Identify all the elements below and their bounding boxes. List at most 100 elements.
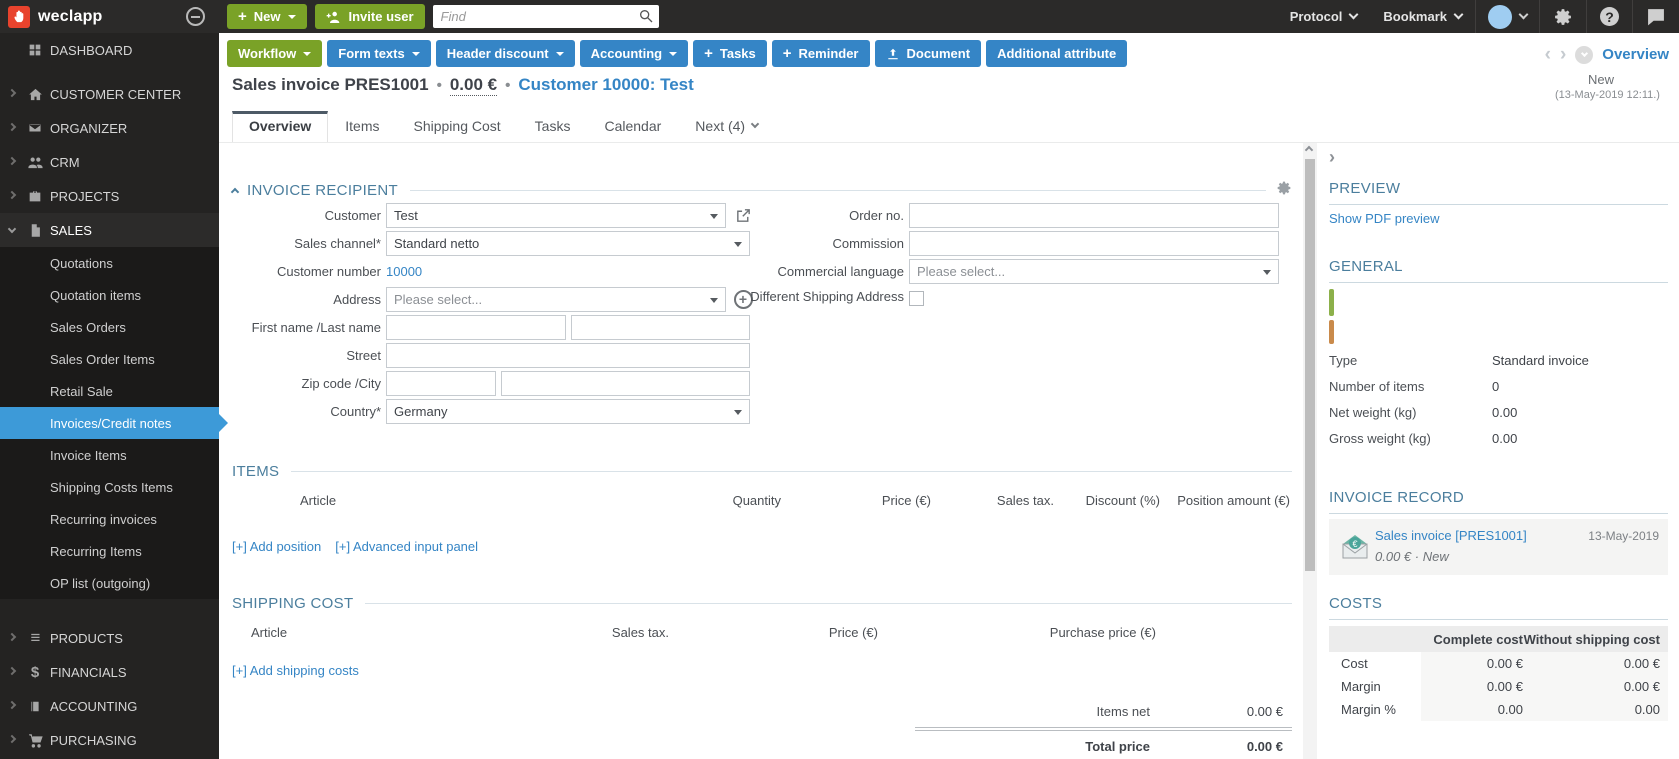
chevron-right-icon: [8, 735, 16, 743]
avatar: [1488, 5, 1512, 29]
chevron-down-icon: [556, 52, 564, 56]
address-label: Address: [232, 287, 381, 313]
sidebar-item-quotation-items[interactable]: Quotation items: [0, 279, 219, 311]
prev-record-button[interactable]: ‹: [1545, 45, 1551, 64]
tab-shipping-cost[interactable]: Shipping Cost: [397, 111, 518, 143]
overview-link[interactable]: Overview: [1602, 46, 1669, 63]
zip-code-input[interactable]: [386, 371, 496, 396]
upload-document-button[interactable]: Document: [875, 40, 982, 67]
commission-input[interactable]: [909, 231, 1279, 256]
invite-user-button[interactable]: Invite user: [315, 4, 425, 29]
commercial-language-select[interactable]: Please select...: [909, 259, 1279, 284]
search-input[interactable]: [433, 5, 659, 28]
sidebar-item-products[interactable]: ≡ PRODUCTS: [0, 621, 219, 655]
country-select[interactable]: Germany: [386, 399, 750, 424]
chevron-right-icon: [8, 191, 16, 199]
sidebar-item-dashboard[interactable]: DASHBOARD: [0, 33, 219, 67]
protocol-menu[interactable]: Protocol: [1277, 0, 1371, 33]
vertical-scrollbar: [1303, 143, 1317, 759]
address-select[interactable]: Please select...: [386, 287, 726, 312]
advanced-input-panel-link[interactable]: [+] Advanced input panel: [335, 539, 478, 554]
sidebar-item-recurring-invoices[interactable]: Recurring invoices: [0, 503, 219, 535]
dollar-icon: $: [26, 663, 44, 681]
sidebar-item-accounting[interactable]: ACCOUNTING: [0, 689, 219, 723]
collapse-section-icon[interactable]: [231, 187, 239, 195]
settings-button[interactable]: [1540, 0, 1586, 33]
add-task-button[interactable]: +Tasks: [693, 40, 767, 67]
sidebar-item-sales-order-items[interactable]: Sales Order Items: [0, 343, 219, 375]
tab-calendar[interactable]: Calendar: [587, 111, 678, 143]
last-name-input[interactable]: [571, 315, 750, 340]
new-button[interactable]: + New: [227, 4, 307, 29]
invoice-amount[interactable]: 0.00 €: [450, 75, 497, 96]
sidebar-item-invoice-items[interactable]: Invoice Items: [0, 439, 219, 471]
chevron-down-icon: [734, 410, 742, 415]
additional-attribute-button[interactable]: Additional attribute: [986, 40, 1127, 67]
section-settings-button[interactable]: [1276, 180, 1292, 200]
show-pdf-preview-link[interactable]: Show PDF preview: [1329, 211, 1440, 226]
user-menu[interactable]: [1476, 0, 1539, 33]
sidebar-item-customer-center[interactable]: CUSTOMER CENTER: [0, 77, 219, 111]
panel-collapse-icon[interactable]: ›: [1329, 147, 1335, 168]
total-price-value: 0.00 €: [1133, 739, 1283, 754]
record-menu-button[interactable]: [1575, 46, 1593, 64]
sidebar-item-projects[interactable]: PROJECTS: [0, 179, 219, 213]
scrollbar-thumb[interactable]: [1305, 159, 1315, 571]
order-no-label: Order no.: [749, 203, 904, 229]
sidebar-item-sales[interactable]: SALES: [0, 213, 219, 247]
first-name-input[interactable]: [386, 315, 566, 340]
search-icon[interactable]: [638, 8, 654, 29]
items-actions: [+] Add position [+] Advanced input pane…: [232, 539, 478, 554]
status-timestamp: (13-May-2019 12:11.): [1555, 89, 1679, 101]
city-input[interactable]: [501, 371, 750, 396]
invoice-record-link[interactable]: Sales invoice [PRES1001]: [1375, 528, 1527, 543]
customer-number-label: Customer number: [232, 259, 381, 285]
next-record-button[interactable]: ›: [1560, 45, 1566, 64]
plus-icon: +: [238, 9, 247, 24]
help-button[interactable]: ?: [1587, 0, 1632, 33]
chevron-down-icon: [1581, 50, 1588, 57]
sidebar-item-sales-orders[interactable]: Sales Orders: [0, 311, 219, 343]
scroll-up-icon[interactable]: [1305, 146, 1313, 154]
sidebar-item-op-list-outgoing[interactable]: OP list (outgoing): [0, 567, 219, 599]
chevron-down-icon: [8, 225, 16, 233]
sidebar-gap: [0, 599, 219, 621]
add-position-link[interactable]: [+] Add position: [232, 539, 321, 554]
bookmark-menu[interactable]: Bookmark: [1370, 0, 1475, 33]
accounting-button[interactable]: Accounting: [580, 40, 689, 67]
general-row: Net weight (kg)0.00: [1329, 405, 1668, 425]
sidebar-item-retail-sale[interactable]: Retail Sale: [0, 375, 219, 407]
sidebar-item-recurring-items[interactable]: Recurring Items: [0, 535, 219, 567]
name-label: First name /Last name: [232, 315, 381, 341]
street-input[interactable]: [386, 343, 750, 368]
workflow-button[interactable]: Workflow: [227, 40, 322, 67]
customer-select[interactable]: Test: [386, 203, 726, 228]
sidebar-item-invoices-credit-notes[interactable]: Invoices/Credit notes: [0, 407, 219, 439]
sidebar-item-organizer[interactable]: ORGANIZER: [0, 111, 219, 145]
tab-tasks[interactable]: Tasks: [518, 111, 588, 143]
sidebar-item-financials[interactable]: $ FINANCIALS: [0, 655, 219, 689]
sidebar-collapse-icon[interactable]: [186, 7, 205, 26]
customer-link[interactable]: Customer 10000: Test: [518, 75, 693, 95]
envelope-icon: [26, 119, 44, 137]
right-panel: › PREVIEW Show PDF preview GENERAL TypeS…: [1320, 143, 1679, 759]
tab-next[interactable]: Next (4): [678, 111, 775, 143]
form-texts-button[interactable]: Form texts: [327, 40, 430, 67]
general-row: Number of items0: [1329, 379, 1668, 399]
feedback-button[interactable]: [1633, 0, 1679, 33]
different-shipping-checkbox[interactable]: [909, 291, 924, 306]
customer-number-link[interactable]: 10000: [386, 259, 422, 285]
chevron-right-icon: [8, 157, 16, 165]
add-reminder-button[interactable]: +Reminder: [772, 40, 870, 67]
header-discount-button[interactable]: Header discount: [436, 40, 575, 67]
sidebar-item-shipping-costs-items[interactable]: Shipping Costs Items: [0, 471, 219, 503]
table-row: Margin 0.00 € 0.00 €: [1329, 675, 1668, 698]
sidebar-item-purchasing[interactable]: PURCHASING: [0, 723, 219, 757]
sidebar-item-crm[interactable]: CRM: [0, 145, 219, 179]
add-shipping-costs-link[interactable]: [+] Add shipping costs: [232, 663, 359, 678]
tab-items[interactable]: Items: [328, 111, 396, 143]
sidebar-item-quotations[interactable]: Quotations: [0, 247, 219, 279]
order-no-input[interactable]: [909, 203, 1279, 228]
sales-channel-select[interactable]: Standard netto: [386, 231, 750, 256]
tab-overview[interactable]: Overview: [232, 111, 328, 143]
